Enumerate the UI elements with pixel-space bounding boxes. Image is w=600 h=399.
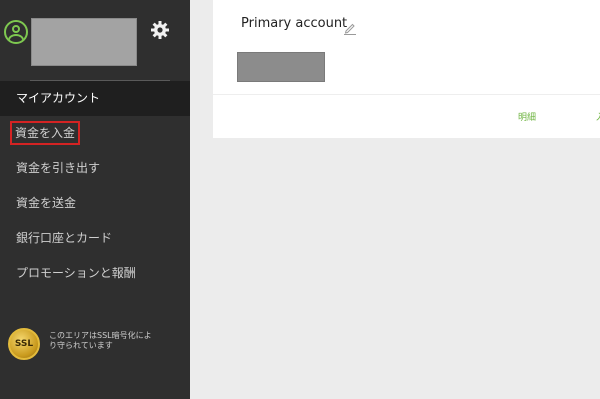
avatar-shoulders <box>8 34 24 42</box>
gear-icon-svg <box>151 21 169 39</box>
gear-icon[interactable] <box>150 20 170 40</box>
profile-section <box>0 0 190 81</box>
pencil-icon-svg <box>344 23 356 35</box>
sidebar-item-label: 資金を入金 <box>10 121 81 145</box>
sidebar-item-label: マイアカウント <box>16 91 101 105</box>
card-divider <box>213 94 600 95</box>
account-title: Primary account <box>241 16 348 31</box>
sidebar-item-promotions[interactable]: プロモーションと報酬 <box>0 256 190 291</box>
sidebar-item-label: 資金を送金 <box>16 196 77 210</box>
sidebar-item-label: 銀行口座とカード <box>16 231 113 245</box>
account-card: Primary account 明細 入 <box>213 0 600 138</box>
app-window: マイアカウント 資金を入金 資金を引き出す 資金を送金 銀行口座とカード プロモ… <box>0 0 600 399</box>
sidebar-item-deposit[interactable]: 資金を入金 <box>0 116 190 151</box>
user-avatar-icon[interactable] <box>4 20 28 44</box>
balance-redacted <box>237 52 325 82</box>
sidebar-item-transfer[interactable]: 資金を送金 <box>0 186 190 221</box>
sidebar-item-bank-cards[interactable]: 銀行口座とカード <box>0 221 190 256</box>
sidebar-item-label: 資金を引き出す <box>16 161 101 175</box>
statement-link[interactable]: 明細 <box>518 110 536 123</box>
sidebar-item-withdraw[interactable]: 資金を引き出す <box>0 151 190 186</box>
sidebar: マイアカウント 資金を入金 資金を引き出す 資金を送金 銀行口座とカード プロモ… <box>0 0 190 399</box>
sidebar-item-label: プロモーションと報酬 <box>16 266 136 280</box>
ssl-seal-icon: SSL <box>8 328 40 360</box>
sidebar-nav: マイアカウント 資金を入金 資金を引き出す 資金を送金 銀行口座とカード プロモ… <box>0 81 190 291</box>
ssl-notice: SSL このエリアはSSL暗号化により守られています <box>8 328 188 368</box>
deposit-link[interactable]: 入 <box>596 110 600 123</box>
user-name-redacted <box>31 18 137 66</box>
pencil-icon[interactable] <box>343 20 357 35</box>
main-content: Primary account 明細 入 <box>190 0 600 399</box>
ssl-notice-text: このエリアはSSL暗号化により守られています <box>49 331 152 350</box>
sidebar-item-my-account[interactable]: マイアカウント <box>0 81 190 116</box>
avatar-head <box>12 25 20 33</box>
